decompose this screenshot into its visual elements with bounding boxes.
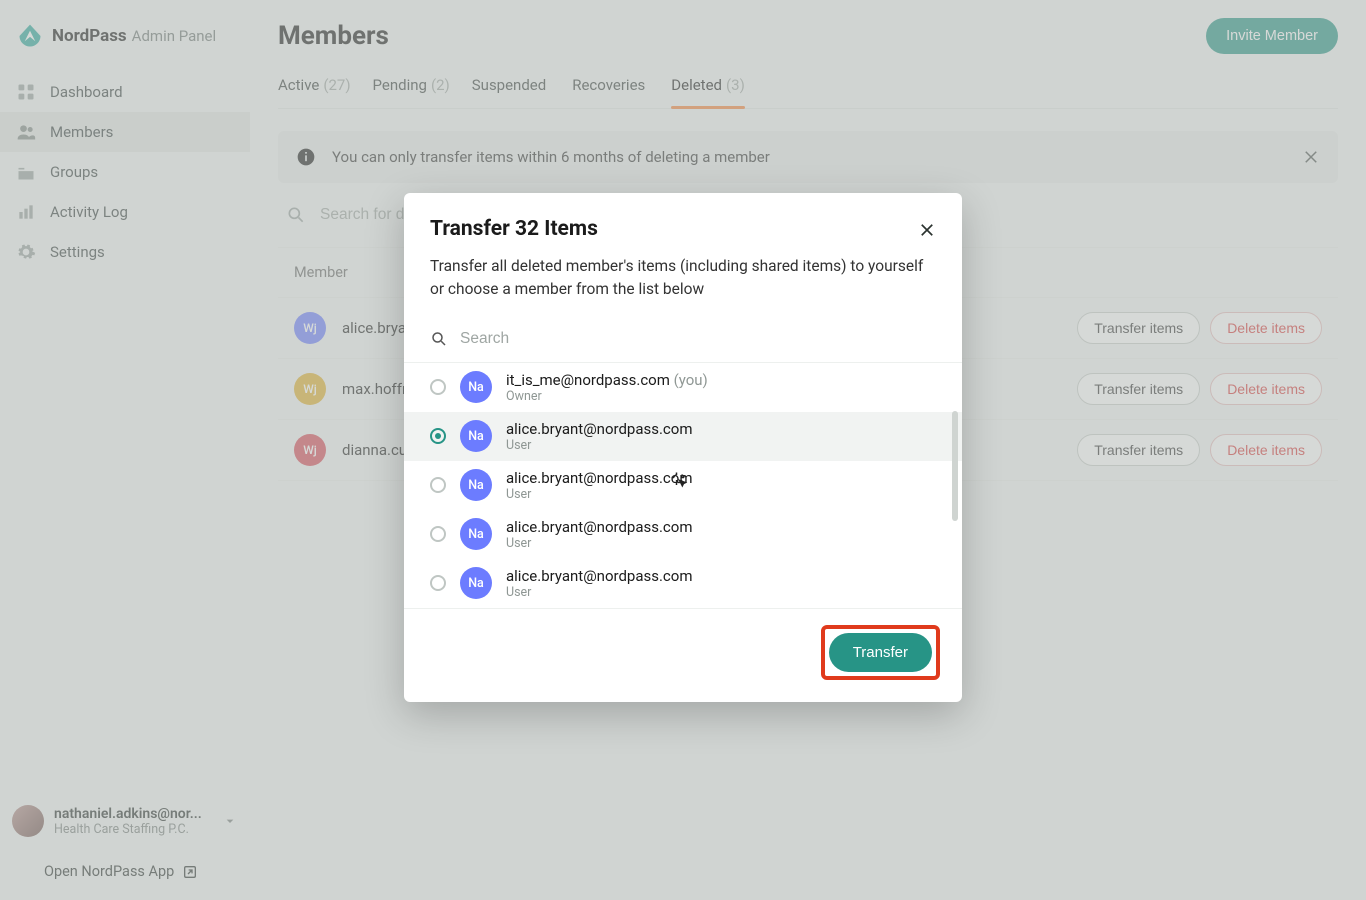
member-role: User	[506, 585, 692, 600]
member-avatar: Na	[460, 567, 492, 599]
search-icon	[430, 330, 448, 348]
radio[interactable]	[430, 575, 446, 591]
transfer-modal: Transfer 32 Items Transfer all deleted m…	[404, 193, 962, 702]
modal-desc-part: Transfer	[430, 257, 491, 275]
scrollbar[interactable]	[952, 411, 958, 521]
transfer-button[interactable]: Transfer	[829, 633, 932, 672]
member-email: alice.bryant@nordpass.com	[506, 518, 692, 536]
member-option[interactable]: Na alice.bryant@nordpass.comUser	[404, 461, 962, 510]
modal-search	[404, 320, 962, 363]
member-email: it_is_me@nordpass.com (you)	[506, 371, 708, 389]
radio[interactable]	[430, 379, 446, 395]
modal-desc-all: all	[491, 257, 507, 275]
member-role: User	[506, 487, 692, 502]
member-email: alice.bryant@nordpass.com	[506, 469, 692, 487]
transfer-button-highlight: Transfer	[821, 625, 940, 680]
modal-search-input[interactable]	[460, 330, 936, 348]
member-email: alice.bryant@nordpass.com	[506, 567, 692, 585]
radio[interactable]	[430, 428, 446, 444]
member-role: User	[506, 438, 692, 453]
member-role: User	[506, 536, 692, 551]
member-option[interactable]: Na it_is_me@nordpass.com (you)Owner	[404, 363, 962, 412]
member-option[interactable]: Na alice.bryant@nordpass.comUser	[404, 559, 962, 608]
member-list: Nait_is_me@nordpass.com (you)OwnerNaalic…	[404, 363, 962, 608]
member-avatar: Na	[460, 518, 492, 550]
member-role: Owner	[506, 389, 708, 404]
member-avatar: Na	[460, 420, 492, 452]
you-label: (you)	[674, 371, 708, 389]
modal-title: Transfer 32 Items	[430, 217, 598, 241]
modal-overlay[interactable]: Transfer 32 Items Transfer all deleted m…	[0, 0, 1366, 900]
member-avatar: Na	[460, 469, 492, 501]
radio[interactable]	[430, 477, 446, 493]
member-option[interactable]: Na alice.bryant@nordpass.comUser	[404, 510, 962, 559]
modal-close-icon[interactable]	[918, 221, 936, 239]
radio[interactable]	[430, 526, 446, 542]
member-option[interactable]: Na alice.bryant@nordpass.comUser	[404, 412, 962, 461]
member-email: alice.bryant@nordpass.com	[506, 420, 692, 438]
modal-description: Transfer all deleted member's items (inc…	[404, 241, 962, 320]
member-avatar: Na	[460, 371, 492, 403]
